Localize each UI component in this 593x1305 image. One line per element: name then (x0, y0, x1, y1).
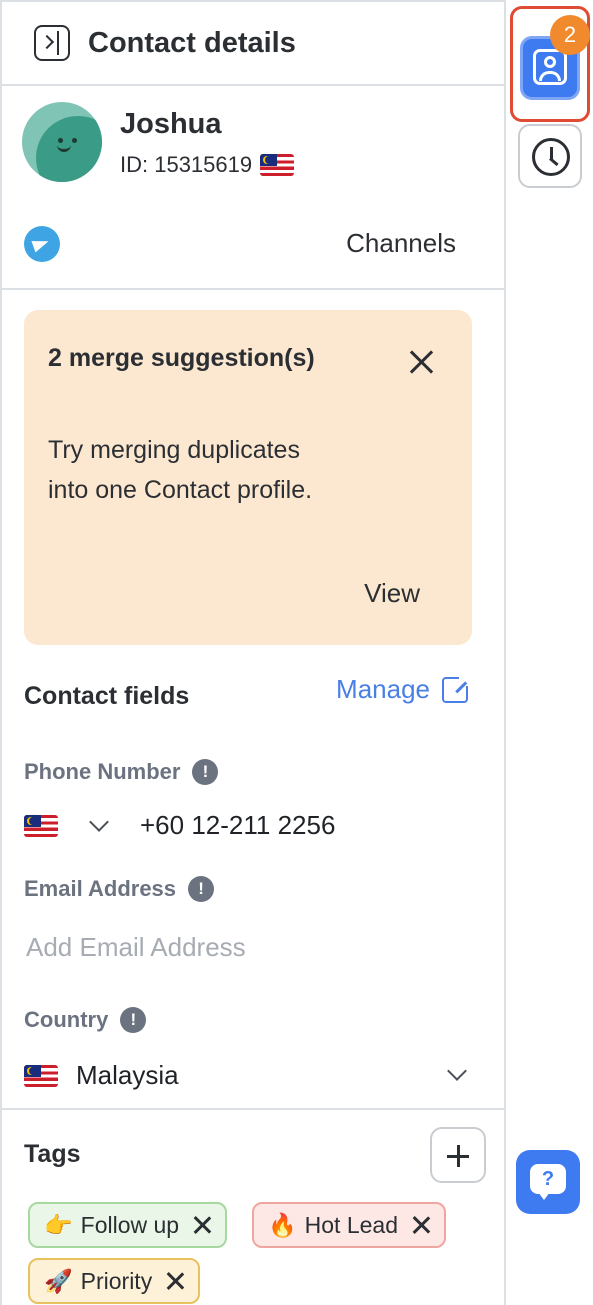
tag-emoji: 👉 (44, 1211, 73, 1238)
email-address-label: Email Address ! (24, 876, 215, 902)
chevron-down-icon[interactable] (89, 811, 109, 832)
collapse-panel-icon[interactable] (34, 25, 70, 61)
page-title: Contact details (88, 26, 296, 59)
contact-id: ID: 15315619 (120, 152, 253, 177)
tag-label: Follow up (80, 1211, 180, 1238)
merge-title: 2 merge suggestion(s) (48, 344, 315, 372)
history-button[interactable] (518, 124, 582, 188)
channels-label[interactable]: Channels (346, 228, 456, 259)
panel-header: Contact details (2, 2, 504, 86)
remove-tag-icon[interactable] (193, 1216, 211, 1234)
tag-emoji: 🚀 (44, 1267, 73, 1294)
external-link-icon (442, 673, 471, 703)
add-tag-button[interactable] (430, 1127, 486, 1183)
country-value: Malaysia (76, 1060, 179, 1090)
manage-label: Manage (336, 674, 430, 704)
tag-emoji: 🔥 (268, 1211, 297, 1238)
email-field[interactable]: Add Email Address (26, 932, 246, 963)
info-icon[interactable]: ! (188, 876, 215, 902)
contact-name: Joshua (120, 108, 222, 140)
chevron-right-icon (39, 34, 55, 50)
country-select[interactable]: Malaysia (24, 1060, 470, 1091)
info-icon[interactable]: ! (120, 1007, 147, 1033)
tag-label: Priority (80, 1267, 153, 1294)
country-label: Country ! (24, 1007, 147, 1033)
phone-number-label: Phone Number ! (24, 759, 219, 785)
remove-tag-icon[interactable] (166, 1272, 184, 1290)
chevron-down-icon[interactable] (447, 1060, 467, 1081)
manage-link[interactable]: Manage (336, 673, 471, 705)
notification-badge: 2 (550, 15, 590, 55)
remove-tag-icon[interactable] (412, 1216, 430, 1234)
malaysia-flag-icon (260, 154, 295, 176)
tag-follow-up[interactable]: 👉 Follow up (28, 1202, 228, 1248)
merge-suggestion-card: 2 merge suggestion(s) Try merging duplic… (24, 310, 472, 645)
malaysia-flag-icon (24, 814, 58, 837)
phone-number-field[interactable]: +60 12-211 2256 (24, 810, 335, 841)
tags-title: Tags (24, 1140, 81, 1168)
contact-details-panel: Contact details Joshua ID: 15315619 Chan… (0, 0, 506, 1305)
view-merge-button[interactable]: View (364, 578, 420, 609)
help-icon: ? (530, 1164, 566, 1194)
contact-id-row: ID: 15315619 (120, 152, 295, 178)
divider (2, 1108, 506, 1110)
telegram-icon[interactable] (24, 226, 60, 262)
tag-hot-lead[interactable]: 🔥 Hot Lead (252, 1202, 446, 1248)
tag-priority[interactable]: 🚀 Priority (28, 1258, 201, 1304)
help-button[interactable]: ? (516, 1150, 580, 1214)
merge-description: Try merging duplicates into one Contact … (48, 436, 313, 504)
close-icon[interactable] (408, 348, 436, 376)
clock-icon (532, 138, 570, 176)
contact-fields-title: Contact fields (24, 682, 190, 710)
avatar (22, 102, 102, 182)
info-icon[interactable]: ! (192, 759, 219, 785)
malaysia-flag-icon (24, 1064, 58, 1087)
contact-profile: Joshua ID: 15315619 Channels (2, 86, 504, 290)
tag-label: Hot Lead (304, 1211, 398, 1238)
phone-number-value[interactable]: +60 12-211 2256 (140, 810, 335, 841)
